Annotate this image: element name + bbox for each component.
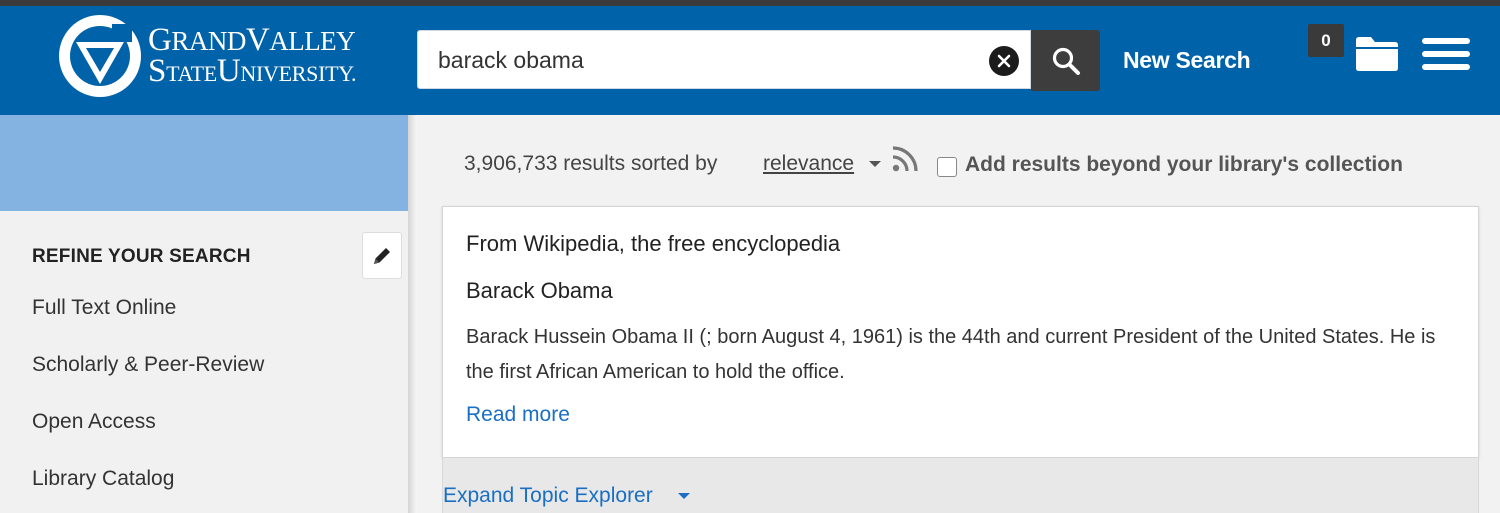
- clear-icon: [997, 54, 1011, 68]
- clear-button[interactable]: [989, 46, 1019, 76]
- sidebar-top-band: [0, 115, 408, 211]
- sidebar-divider: [408, 115, 417, 513]
- edit-filters-button[interactable]: [362, 232, 402, 279]
- search-input[interactable]: [438, 31, 978, 90]
- wiki-source: From Wikipedia, the free encyclopedia: [466, 231, 841, 256]
- facet-open-access[interactable]: Open Access: [32, 410, 156, 434]
- wiki-title: Barack Obama: [466, 278, 613, 303]
- facet-full-text-online[interactable]: Full Text Online: [32, 296, 176, 320]
- beyond-collection-label[interactable]: Add results beyond your library's collec…: [965, 153, 1403, 177]
- chevron-down-icon[interactable]: [678, 493, 690, 499]
- sort-relevance-dropdown[interactable]: relevance: [763, 152, 854, 176]
- menu-icon[interactable]: [1422, 36, 1470, 72]
- results-count: 3,906,733 results sorted by: [464, 152, 718, 175]
- gvsu-logo-icon: [59, 15, 141, 97]
- new-search-link[interactable]: New Search: [1123, 47, 1251, 74]
- beyond-collection-checkbox[interactable]: [937, 157, 957, 177]
- folder-icon[interactable]: [1354, 34, 1400, 72]
- pencil-icon: [374, 247, 390, 264]
- rss-icon[interactable]: [891, 145, 921, 173]
- wiki-description: Barack Hussein Obama II (; born August 4…: [466, 326, 1436, 383]
- refine-title: REFINE YOUR SEARCH: [32, 246, 251, 267]
- chevron-down-icon[interactable]: [869, 161, 881, 167]
- gvsu-logo[interactable]: GRANDVALLEY STATEUNIVERSITY.: [56, 12, 366, 100]
- facet-library-catalog[interactable]: Library Catalog: [32, 467, 174, 491]
- read-more-link[interactable]: Read more: [466, 403, 570, 427]
- folder-count-badge: 0: [1308, 24, 1344, 57]
- expand-topic-explorer-link[interactable]: Expand Topic Explorer: [443, 484, 653, 508]
- search-button[interactable]: [1031, 30, 1100, 91]
- facet-scholarly-peer-review[interactable]: Scholarly & Peer-Review: [32, 353, 264, 377]
- search-icon: [1052, 47, 1080, 75]
- logo-wordmark: GRANDVALLEY STATEUNIVERSITY.: [148, 22, 357, 89]
- search-box: [417, 30, 1031, 90]
